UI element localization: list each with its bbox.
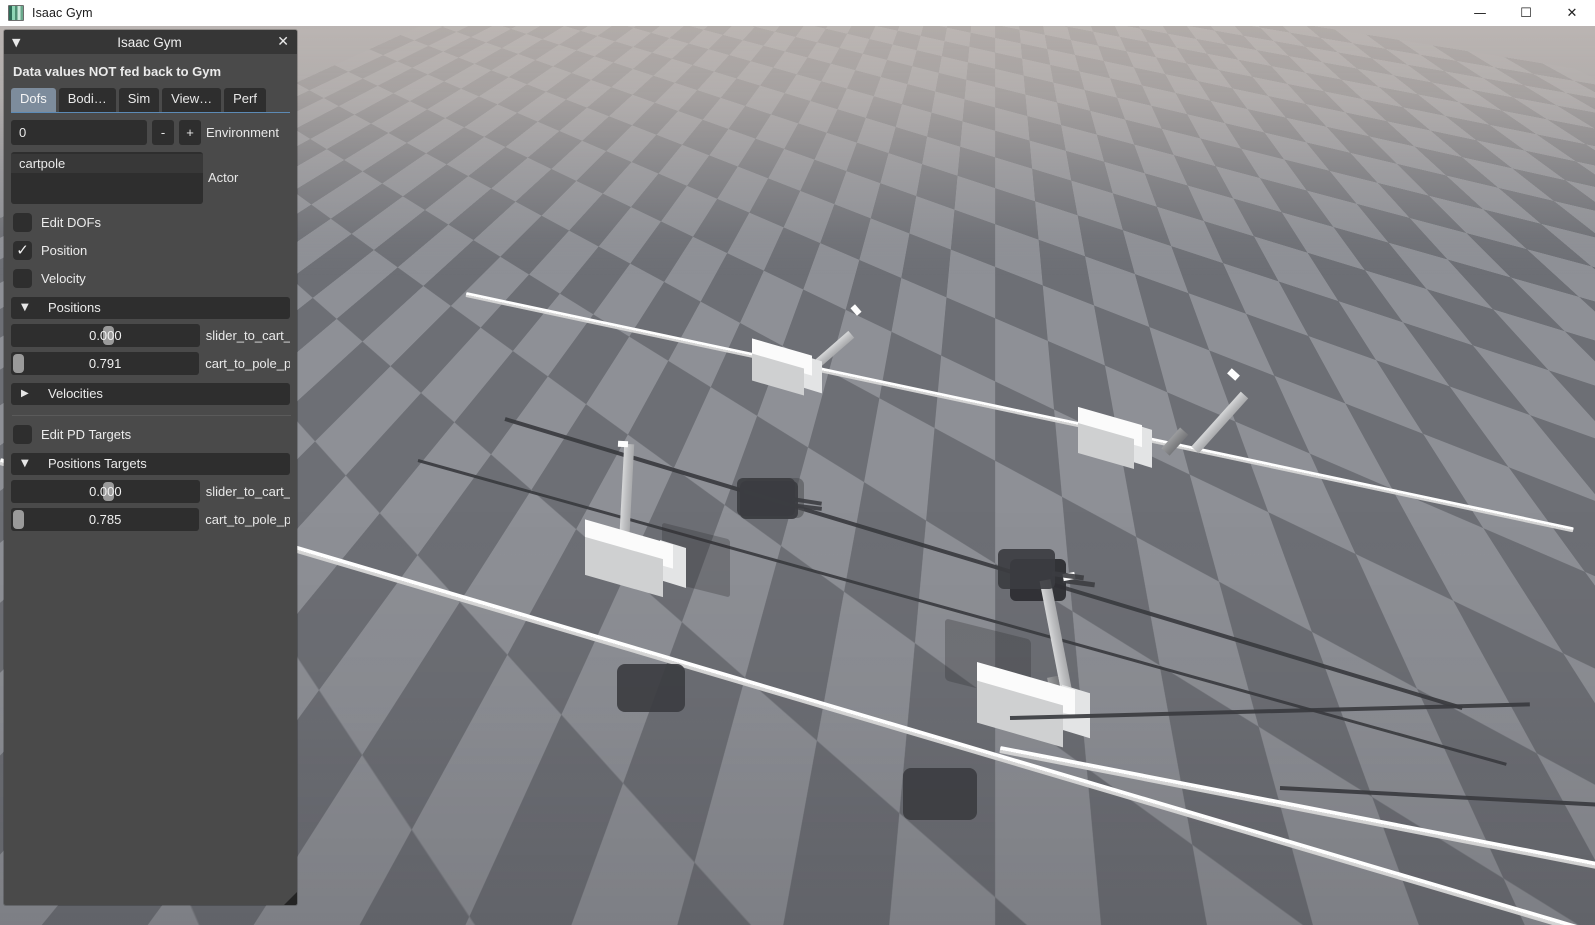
window-title: Isaac Gym xyxy=(32,6,93,20)
environment-input[interactable]: 0 xyxy=(11,119,147,145)
section-positions[interactable]: ▼ Positions xyxy=(11,296,290,319)
slider-label-cart-to-pole: cart_to_pole_p xyxy=(205,355,290,371)
environment-label: Environment xyxy=(206,124,279,140)
tab-perf[interactable]: Perf xyxy=(224,88,266,112)
tab-dofs[interactable]: Dofs xyxy=(11,88,56,112)
checkbox-edit-pd-targets[interactable]: Edit PD Targets xyxy=(11,424,290,444)
section-velocities-title: Velocities xyxy=(48,386,103,402)
environment-decrement-button[interactable]: - xyxy=(152,119,174,145)
ground-shadow-d xyxy=(903,768,977,820)
slider-value: 0.000 xyxy=(89,483,122,499)
panel-tabs: Dofs Bodi… Sim View… Perf xyxy=(11,88,290,113)
app-icon xyxy=(8,5,24,21)
actor-listbox[interactable]: cartpole xyxy=(11,151,203,204)
slider-handle[interactable] xyxy=(13,509,24,529)
isaac-gym-panel[interactable]: ▼ Isaac Gym ✕ Data values NOT fed back t… xyxy=(4,30,297,905)
slider-row-positions-0: 0.000 slider_to_cart_ xyxy=(11,323,290,347)
section-positions-targets-title: Positions Targets xyxy=(48,456,147,472)
section-velocities[interactable]: ▶ Velocities xyxy=(11,382,290,405)
slider-targets-cart-to-pole[interactable]: 0.785 xyxy=(11,507,200,531)
slider-label-slider-to-cart: slider_to_cart_ xyxy=(205,327,290,343)
minimize-icon: — xyxy=(1473,5,1487,21)
data-notice: Data values NOT fed back to Gym xyxy=(13,64,222,79)
checkbox-velocity-label: Velocity xyxy=(41,270,86,286)
slider-value: 0.000 xyxy=(89,327,122,343)
slider-label-cart-to-pole: cart_to_pole_p xyxy=(205,511,290,527)
slider-row-targets-0: 0.000 slider_to_cart_ xyxy=(11,479,290,503)
panel-close-icon[interactable]: ✕ xyxy=(271,35,289,49)
window-minimize-button[interactable]: — xyxy=(1457,0,1503,26)
pole-cap-2 xyxy=(617,440,629,448)
ground-shadow-b xyxy=(998,549,1055,589)
checkbox-edit-dofs[interactable]: Edit DOFs xyxy=(11,212,290,232)
slider-positions-slider-to-cart[interactable]: 0.000 xyxy=(11,323,200,347)
slider-row-positions-1: 0.791 cart_to_pole_p xyxy=(11,351,290,375)
section-positions-targets[interactable]: ▼ Positions Targets xyxy=(11,452,290,475)
actor-list-item[interactable]: cartpole xyxy=(11,153,203,173)
maximize-icon: ☐ xyxy=(1520,5,1532,21)
floor-plane xyxy=(613,26,1595,69)
tab-sim[interactable]: Sim xyxy=(118,88,160,112)
panel-resize-grip[interactable] xyxy=(284,892,297,905)
panel-collapse-icon[interactable]: ▼ xyxy=(12,37,28,48)
app-root: Isaac Gym — ☐ ✕ ▼ Isaac Gym ✕ Data value… xyxy=(0,0,1595,925)
checkbox-position-box[interactable]: ✓ xyxy=(13,240,32,260)
checkbox-edit-pd-targets-box[interactable] xyxy=(13,424,32,444)
slider-targets-slider-to-cart[interactable]: 0.000 xyxy=(11,479,200,503)
slider-value: 0.785 xyxy=(88,511,122,527)
panel-divider xyxy=(12,414,291,416)
slider-row-targets-1: 0.785 cart_to_pole_p xyxy=(11,507,290,531)
tab-bodies[interactable]: Bodi… xyxy=(58,88,116,112)
actor-row: cartpole Actor xyxy=(11,151,290,204)
panel-body: Data values NOT fed back to Gym Dofs Bod… xyxy=(4,54,297,531)
checkbox-edit-pd-targets-label: Edit PD Targets xyxy=(41,426,132,442)
slider-handle[interactable] xyxy=(13,353,24,373)
caret-down-icon[interactable]: ▼ xyxy=(21,458,32,469)
section-positions-title: Positions xyxy=(48,300,101,316)
window-maximize-button[interactable]: ☐ xyxy=(1503,0,1549,26)
checkbox-position-label: Position xyxy=(41,242,88,258)
slider-value: 0.791 xyxy=(88,355,122,371)
actor-label: Actor xyxy=(208,170,239,186)
checkbox-velocity-box[interactable] xyxy=(13,268,32,288)
checkbox-velocity[interactable]: Velocity xyxy=(11,268,290,288)
checkbox-position[interactable]: ✓ Position xyxy=(11,240,290,260)
checkbox-edit-dofs-label: Edit DOFs xyxy=(41,214,101,230)
slider-positions-cart-to-pole[interactable]: 0.791 xyxy=(11,351,200,375)
window-close-button[interactable]: ✕ xyxy=(1549,0,1595,26)
slider-label-slider-to-cart: slider_to_cart_ xyxy=(205,483,290,499)
panel-header[interactable]: ▼ Isaac Gym ✕ xyxy=(4,30,297,54)
environment-increment-button[interactable]: + xyxy=(179,119,201,145)
ground-shadow-a xyxy=(737,478,795,516)
environment-row: 0 - + Environment xyxy=(11,119,290,145)
panel-title: Isaac Gym xyxy=(117,34,182,50)
caret-right-icon[interactable]: ▶ xyxy=(21,388,32,399)
window-titlebar: Isaac Gym — ☐ ✕ xyxy=(0,0,1595,26)
ground-shadow-c xyxy=(617,664,685,712)
caret-down-icon[interactable]: ▼ xyxy=(21,302,32,313)
check-icon: ✓ xyxy=(16,240,29,259)
tab-viewer[interactable]: View… xyxy=(162,88,222,112)
close-icon: ✕ xyxy=(1566,5,1578,21)
checkbox-edit-dofs-box[interactable] xyxy=(13,212,32,232)
